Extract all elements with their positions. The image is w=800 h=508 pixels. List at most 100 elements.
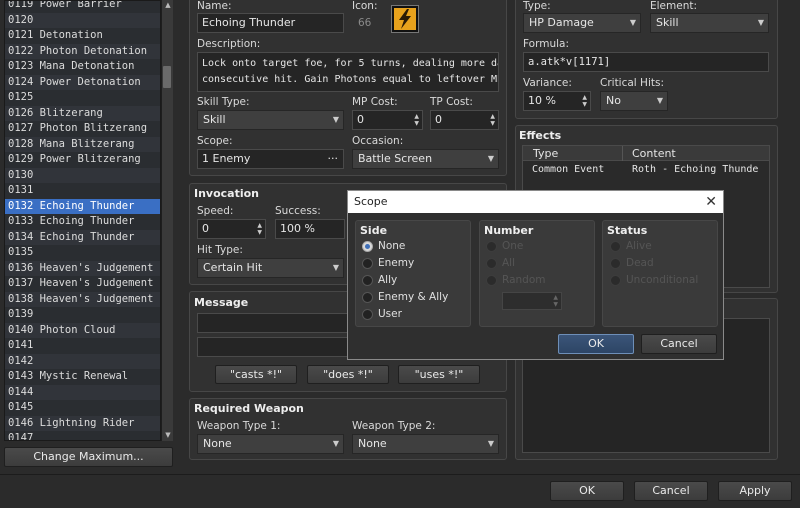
skill-list-item[interactable]: 0125 (5, 90, 160, 106)
cancel-button[interactable]: Cancel (634, 481, 708, 501)
change-maximum-button[interactable]: Change Maximum... (4, 447, 173, 467)
skill-list-item[interactable]: 0147 (5, 431, 160, 440)
casts-button[interactable]: "casts *!" (215, 365, 297, 384)
message-title: Message (194, 296, 249, 309)
effects-header: Type Content (523, 146, 769, 161)
side-radio-none[interactable] (362, 241, 373, 252)
skill-list-item[interactable]: 0131 (5, 183, 160, 199)
dialog-title: Scope (348, 191, 723, 213)
skill-list-item[interactable]: 0143 Mystic Renewal (5, 369, 160, 385)
skill-list-item[interactable]: 0135 (5, 245, 160, 261)
uses-button[interactable]: "uses *!" (398, 365, 480, 384)
skill-list-item[interactable]: 0124 Power Detonation (5, 74, 160, 90)
skill-type-select[interactable]: Skill ▼ (197, 110, 344, 130)
formula-label: Formula: (523, 38, 569, 50)
scroll-down-icon[interactable]: ▼ (162, 430, 174, 440)
dialog-ok-button[interactable]: OK (558, 334, 634, 354)
message-line-1-input[interactable] (197, 313, 357, 333)
spin-down-icon: ▼ (553, 301, 558, 308)
critical-hits-select[interactable]: No ▼ (600, 91, 668, 111)
close-icon[interactable]: ✕ (705, 191, 717, 213)
scope-ellipsis-button[interactable]: ··· (328, 150, 339, 168)
chevron-down-icon: ▼ (757, 18, 764, 27)
mp-cost-input[interactable]: 0 ▲ ▼ (352, 110, 423, 130)
description-label: Description: (197, 38, 261, 50)
side-radio-enemy-ally[interactable] (362, 292, 373, 303)
skill-list-scroll-thumb[interactable] (163, 66, 171, 88)
side-radio-enemy[interactable] (362, 258, 373, 269)
side-title: Side (360, 224, 388, 237)
weapon-type-2-select[interactable]: None ▼ (352, 434, 499, 454)
side-option-label: Enemy & Ally (378, 291, 449, 303)
random-count-input[interactable]: ▲ ▼ (502, 292, 562, 310)
effects-row[interactable]: Common Event Roth - Echoing Thunde (523, 162, 769, 178)
formula-input[interactable]: a.atk*v[1171] (523, 52, 769, 72)
spin-down-icon[interactable]: ▼ (490, 121, 495, 127)
skill-list-item[interactable]: 0128 Mana Blitzerang (5, 136, 160, 152)
number-option-label: Random (502, 274, 546, 286)
skill-list-item[interactable]: 0145 (5, 400, 160, 416)
skill-list-item[interactable]: 0146 Lightning Rider (5, 415, 160, 431)
element-value: Skill (656, 16, 679, 29)
skill-list-item[interactable]: 0139 (5, 307, 160, 323)
chevron-down-icon: ▼ (487, 154, 494, 163)
skill-list-item[interactable]: 0138 Heaven's Judgement (5, 291, 160, 307)
description-textarea[interactable]: Lock onto target foe, for 5 turns, deali… (197, 52, 499, 92)
col-content-header: Content (632, 147, 676, 160)
speed-label: Speed: (197, 205, 234, 217)
status-radio-dead (610, 258, 621, 269)
skill-list-item[interactable]: 0119 Power Barrier (5, 1, 160, 13)
skill-list-item[interactable]: 0129 Power Blitzerang (5, 152, 160, 168)
chevron-down-icon: ▼ (332, 115, 339, 124)
skill-list-item[interactable]: 0137 Heaven's Judgement (5, 276, 160, 292)
skill-list-item[interactable]: 0130 (5, 167, 160, 183)
skill-list-item[interactable]: 0141 (5, 338, 160, 354)
apply-button[interactable]: Apply (718, 481, 792, 501)
side-option-label: Enemy (378, 257, 415, 269)
message-line-2-input[interactable] (197, 337, 357, 357)
skill-list-item[interactable]: 0134 Echoing Thunder (5, 229, 160, 245)
hit-type-value: Certain Hit (203, 261, 263, 274)
weapon-type-1-select[interactable]: None ▼ (197, 434, 344, 454)
element-select[interactable]: Skill ▼ (650, 13, 769, 33)
skill-list-item[interactable]: 0136 Heaven's Judgement (5, 260, 160, 276)
effects-title: Effects (519, 129, 562, 142)
skill-list-item[interactable]: 0126 Blitzerang (5, 105, 160, 121)
hit-type-select[interactable]: Certain Hit ▼ (197, 258, 344, 278)
damage-type-select[interactable]: HP Damage ▼ (523, 13, 641, 33)
variance-label: Variance: (523, 77, 572, 89)
occasion-select[interactable]: Battle Screen ▼ (352, 149, 499, 169)
tp-cost-input[interactable]: 0 ▲ ▼ (430, 110, 499, 130)
variance-input[interactable]: 10 % ▲ ▼ (523, 91, 591, 111)
skill-list-item[interactable]: 0122 Photon Detonation (5, 43, 160, 59)
skill-list-item[interactable]: 0140 Photon Cloud (5, 322, 160, 338)
scroll-up-icon[interactable]: ▲ (162, 0, 174, 10)
skill-list-item[interactable]: 0121 Detonation (5, 28, 160, 44)
skill-icon-picker[interactable] (391, 5, 419, 33)
does-button[interactable]: "does *!" (307, 365, 389, 384)
description-line-2: consecutive hit. Gain Photons equal to l… (202, 74, 499, 85)
skill-list-item[interactable]: 0123 Mana Detonation (5, 59, 160, 75)
skill-list-item[interactable]: 0144 (5, 384, 160, 400)
icon-label: Icon: (352, 0, 378, 12)
skill-list-item[interactable]: 0142 (5, 353, 160, 369)
name-input[interactable]: Echoing Thunder (197, 13, 344, 33)
col-type-header: Type (533, 147, 559, 160)
spin-down-icon[interactable]: ▼ (257, 230, 262, 236)
speed-input[interactable]: 0 ▲ ▼ (197, 219, 266, 239)
success-input[interactable]: 100 % (275, 219, 345, 239)
lightning-skill-icon (394, 8, 416, 30)
status-option-label: Unconditional (626, 274, 699, 286)
skill-list-item[interactable]: 0120 (5, 12, 160, 28)
dialog-cancel-button[interactable]: Cancel (641, 334, 717, 354)
ok-button[interactable]: OK (550, 481, 624, 501)
skill-list[interactable]: 0119 Power Barrier 0120 0121 Detonation 01… (4, 0, 161, 441)
skill-list-item[interactable]: 0132 Echoing Thunder (5, 198, 160, 214)
skill-list-item[interactable]: 0133 Echoing Thunder (5, 214, 160, 230)
spin-down-icon[interactable]: ▼ (582, 102, 587, 108)
side-radio-user[interactable] (362, 309, 373, 320)
skill-list-item[interactable]: 0127 Photon Blitzerang (5, 121, 160, 137)
spin-down-icon[interactable]: ▼ (414, 121, 419, 127)
side-radio-ally[interactable] (362, 275, 373, 286)
scope-field[interactable]: 1 Enemy ··· (197, 149, 344, 169)
